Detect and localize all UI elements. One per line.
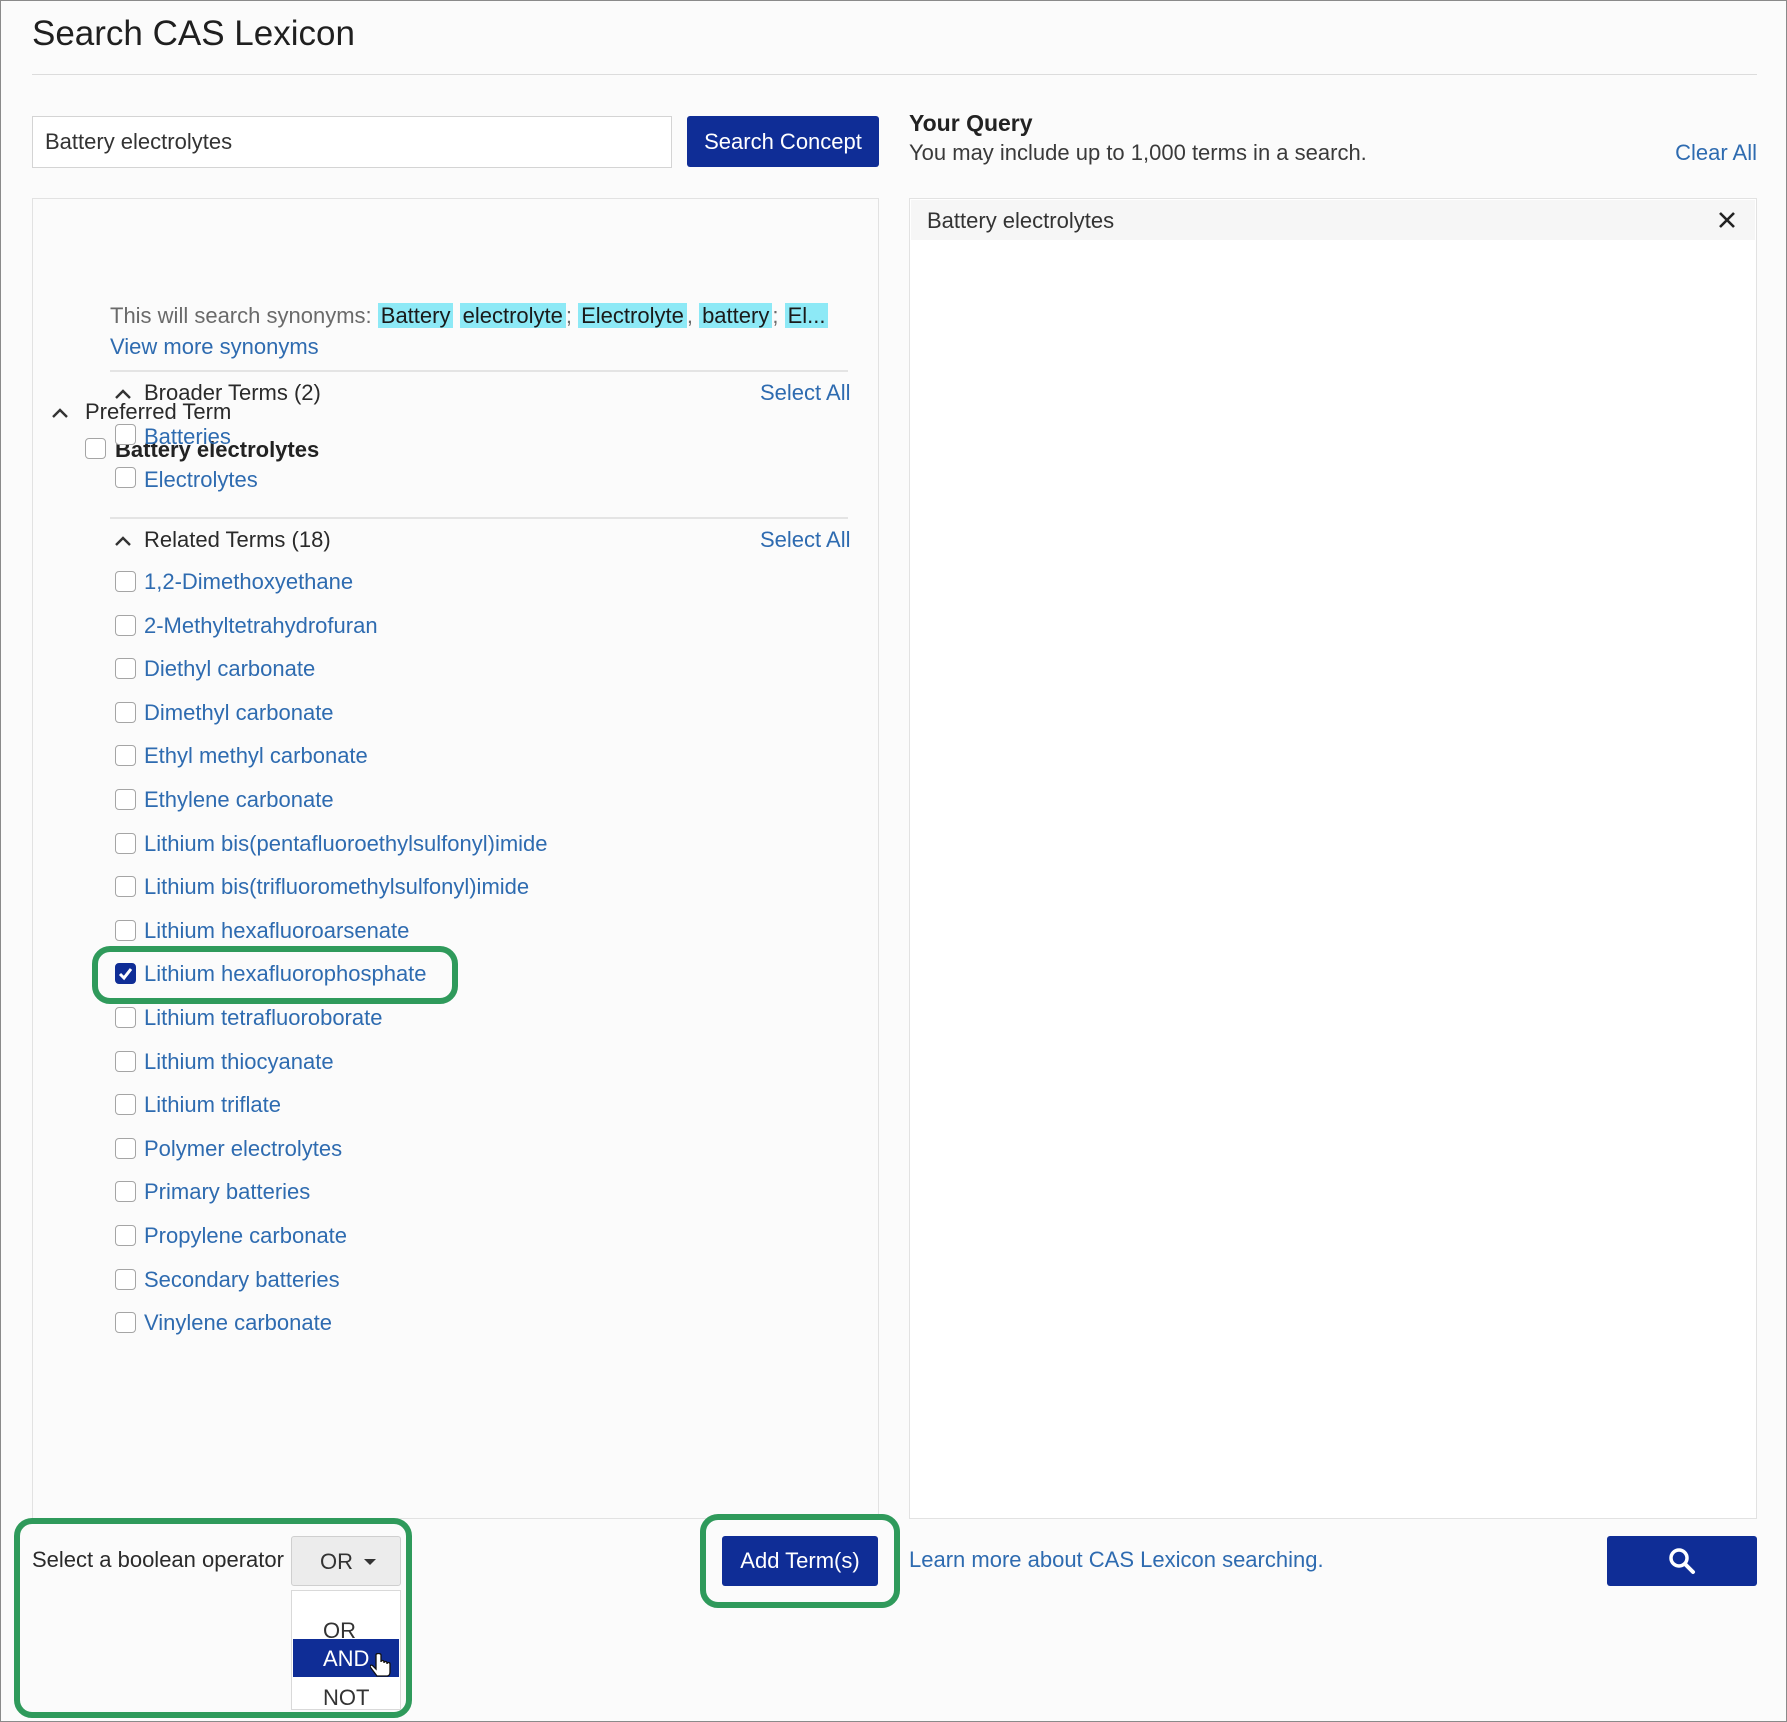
learn-more-link[interactable]: Learn more about CAS Lexicon searching. — [909, 1547, 1324, 1573]
page-title: Search CAS Lexicon — [32, 14, 355, 53]
boolean-operator-menu: OR AND NOT — [291, 1590, 401, 1710]
broader-term-electrolytes[interactable]: Electrolytes — [144, 467, 258, 493]
term-checkbox[interactable] — [115, 467, 136, 488]
synonym-highlight: El... — [784, 303, 829, 328]
term-checkbox[interactable] — [115, 571, 136, 592]
term-checkbox[interactable] — [115, 1094, 136, 1115]
related-select-all-link[interactable]: Select All — [760, 527, 851, 553]
search-button[interactable] — [1607, 1536, 1757, 1586]
term-checkbox[interactable] — [115, 1269, 136, 1290]
caret-down-icon — [364, 1559, 376, 1565]
synonym-highlight: Battery — [377, 303, 454, 328]
section-divider — [110, 370, 848, 372]
related-term[interactable]: Ethylene carbonate — [144, 787, 334, 813]
related-term[interactable]: Lithium hexafluoroarsenate — [144, 918, 409, 944]
broader-terms-heading: Broader Terms (2) — [144, 380, 321, 405]
broader-select-all-link[interactable]: Select All — [760, 380, 851, 406]
search-icon — [1669, 1548, 1695, 1574]
term-checkbox[interactable] — [115, 876, 136, 897]
broader-term-batteries[interactable]: Batteries — [144, 424, 231, 450]
term-checkbox[interactable] — [115, 1138, 136, 1159]
related-term[interactable]: Dimethyl carbonate — [144, 700, 334, 726]
term-checkbox[interactable] — [115, 1225, 136, 1246]
related-term[interactable]: Lithium thiocyanate — [144, 1049, 334, 1075]
related-term[interactable]: Polymer electrolytes — [144, 1136, 342, 1162]
your-query-title: Your Query — [909, 110, 1033, 136]
related-term[interactable]: Lithium triflate — [144, 1092, 281, 1118]
term-checkbox[interactable] — [115, 833, 136, 854]
clear-all-link[interactable]: Clear All — [1675, 140, 1757, 166]
your-query-subtitle: You may include up to 1,000 terms in a s… — [909, 140, 1367, 165]
view-more-synonyms-link[interactable]: View more synonyms — [110, 334, 319, 360]
boolean-operator-value: OR — [320, 1549, 353, 1574]
related-term[interactable]: Lithium bis(pentafluoroethylsulfonyl)imi… — [144, 831, 548, 857]
term-checkbox[interactable] — [115, 1007, 136, 1028]
term-checkbox[interactable] — [115, 1312, 136, 1333]
term-checkbox[interactable] — [115, 615, 136, 636]
search-concept-button[interactable]: Search Concept — [687, 116, 879, 167]
hand-cursor-icon — [370, 1653, 391, 1677]
term-checkbox[interactable] — [115, 1181, 136, 1202]
chevron-up-icon[interactable] — [114, 388, 132, 400]
close-icon[interactable] — [1717, 210, 1737, 230]
synonyms-prefix: This will search synonyms: — [110, 303, 372, 328]
synonym-highlight: battery — [699, 303, 773, 328]
term-checkbox[interactable] — [115, 658, 136, 679]
query-panel: Battery electrolytes — [909, 198, 1757, 1519]
term-checkbox[interactable] — [115, 424, 136, 445]
term-checkbox[interactable] — [115, 1051, 136, 1072]
add-terms-button[interactable]: Add Term(s) — [722, 1536, 878, 1586]
synonym-highlight: Electrolyte — [578, 303, 687, 328]
chevron-up-icon[interactable] — [114, 535, 132, 547]
boolean-option-not[interactable]: NOT — [293, 1678, 399, 1716]
term-checkbox[interactable] — [115, 789, 136, 810]
synonym-highlight: electrolyte — [459, 303, 566, 328]
related-terms-heading: Related Terms (18) — [144, 527, 331, 552]
related-term[interactable]: Propylene carbonate — [144, 1223, 347, 1249]
related-term[interactable]: Primary batteries — [144, 1179, 310, 1205]
related-term[interactable]: Secondary batteries — [144, 1267, 340, 1293]
boolean-operator-label: Select a boolean operator — [32, 1547, 284, 1572]
title-divider — [32, 74, 1757, 75]
boolean-operator-select[interactable]: OR — [291, 1536, 401, 1586]
term-checkbox[interactable] — [115, 745, 136, 766]
checkmark-icon — [118, 968, 133, 981]
related-term[interactable]: Ethyl methyl carbonate — [144, 743, 368, 769]
term-checkbox[interactable] — [115, 920, 136, 941]
related-term[interactable]: 2-Methyltetrahydrofuran — [144, 613, 378, 639]
related-term[interactable]: 1,2-Dimethoxyethane — [144, 569, 353, 595]
related-term[interactable]: Diethyl carbonate — [144, 656, 315, 682]
related-term[interactable]: Vinylene carbonate — [144, 1310, 332, 1336]
query-item-label: Battery electrolytes — [927, 208, 1115, 233]
related-term[interactable]: Lithium hexafluorophosphate — [144, 961, 427, 987]
concept-search-input[interactable] — [32, 116, 672, 168]
related-term[interactable]: Lithium bis(trifluoromethylsulfonyl)imid… — [144, 874, 529, 900]
synonyms-line: This will search synonyms: Battery elect… — [110, 303, 829, 329]
term-checkbox[interactable] — [115, 702, 136, 723]
query-item: Battery electrolytes — [911, 200, 1755, 240]
related-term[interactable]: Lithium tetrafluoroborate — [144, 1005, 382, 1031]
term-checkbox[interactable] — [115, 963, 136, 984]
chevron-up-icon[interactable] — [51, 407, 69, 419]
preferred-term-checkbox[interactable] — [85, 438, 106, 459]
section-divider — [110, 517, 848, 519]
